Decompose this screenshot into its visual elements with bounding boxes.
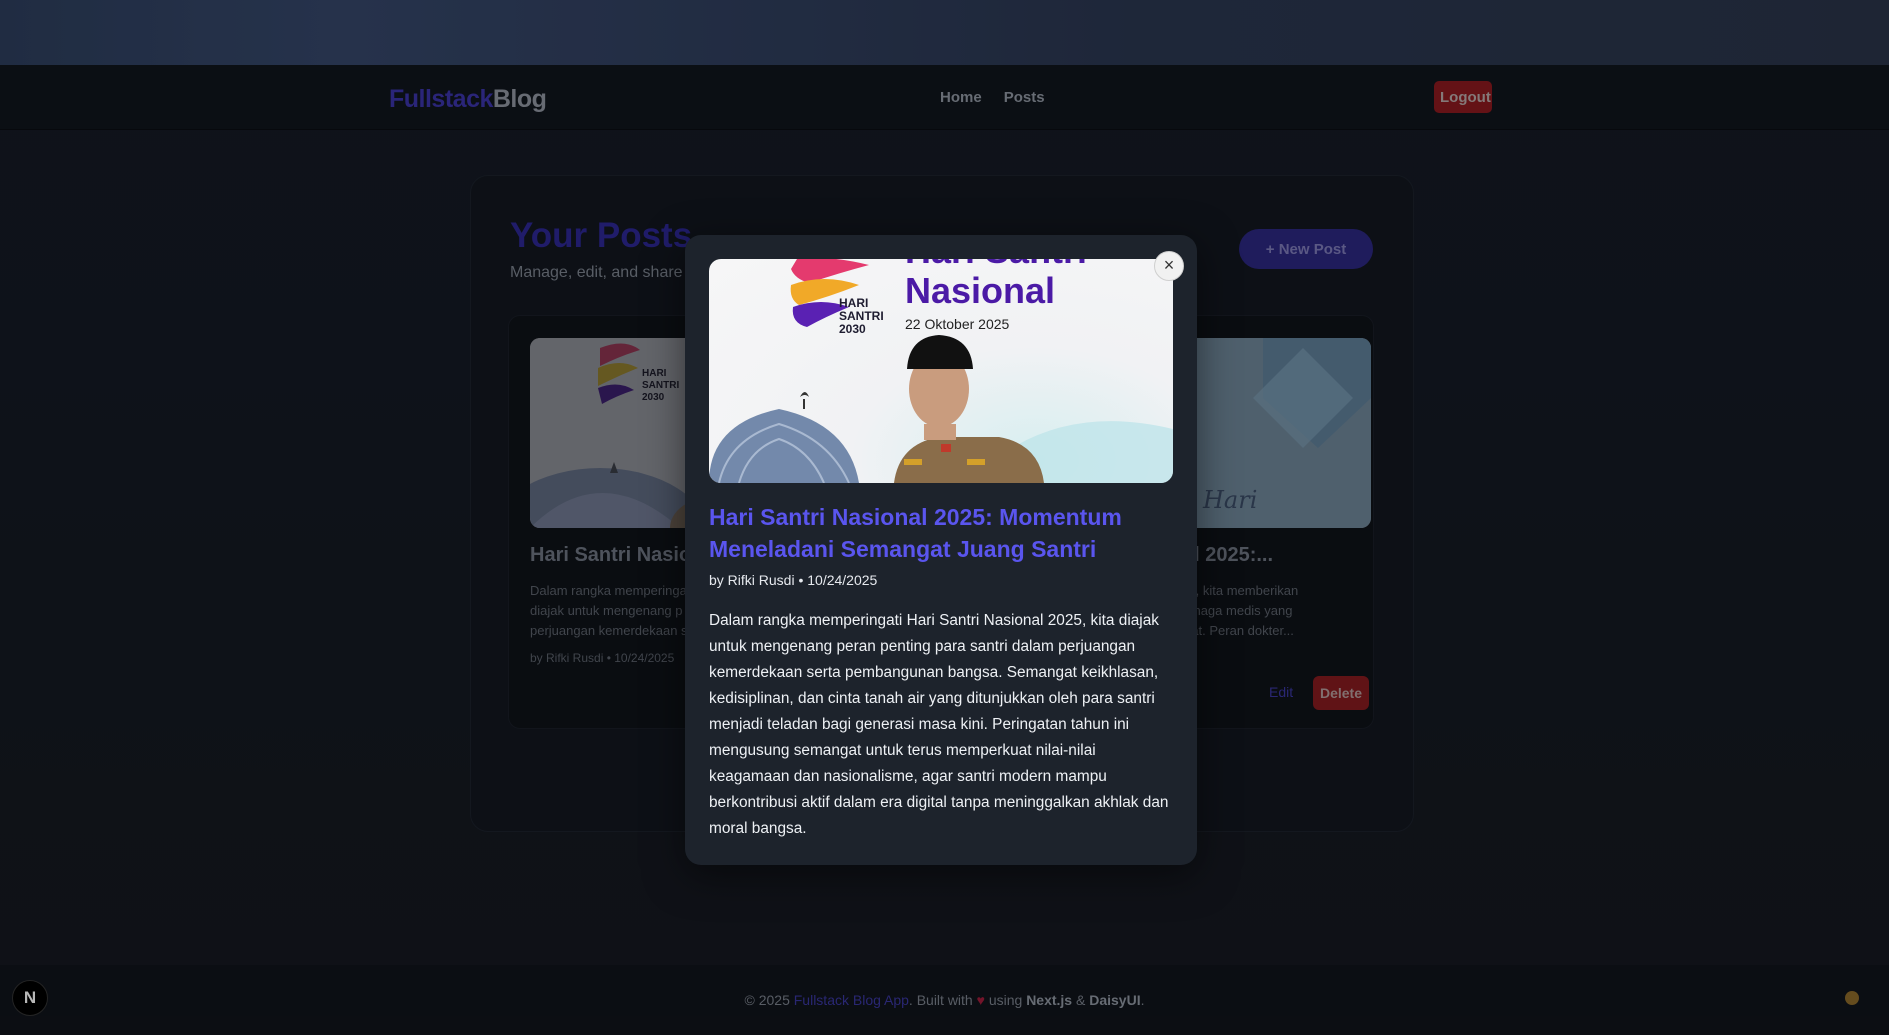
modal-logo-text-3: 2030 <box>839 322 866 336</box>
modal-image-heading: Nasional <box>905 270 1055 311</box>
post-detail-body: Dalam rangka memperingati Hari Santri Na… <box>709 612 1169 837</box>
modal-logo-text-2: SANTRI <box>839 309 884 323</box>
modal-logo-text-1: HARI <box>839 296 868 310</box>
post-detail-title: Hari Santri Nasional 2025: Momentum Mene… <box>709 504 1122 562</box>
post-detail-modal: HARI SANTRI 2030 Hari Santri Nasional 22… <box>685 235 1197 865</box>
post-detail-meta: by Rifki Rusdi • 10/24/2025 <box>709 572 878 588</box>
modal-image-date: 22 Oktober 2025 <box>905 316 1010 332</box>
post-detail-image: HARI SANTRI 2030 Hari Santri Nasional 22… <box>709 259 1173 483</box>
close-icon[interactable]: × <box>1154 251 1184 281</box>
